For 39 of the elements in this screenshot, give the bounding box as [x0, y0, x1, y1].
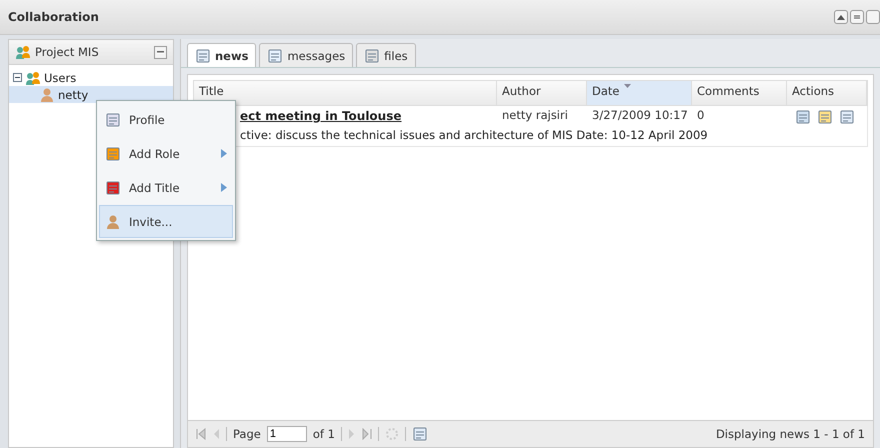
- table-cell-text: 3/27/2009 10:17: [591, 107, 689, 124]
- previous-page-icon[interactable]: [212, 428, 220, 440]
- page-field[interactable]: 1: [266, 426, 307, 442]
- refresh-icon[interactable]: [384, 427, 399, 441]
- minus-icon: [157, 51, 164, 53]
- minus-icon[interactable]: [13, 73, 22, 82]
- menu-item[interactable]: Add Title: [99, 171, 233, 204]
- up-arrow-icon: [837, 14, 845, 20]
- person-icon: [105, 214, 121, 230]
- page-count: of 1: [312, 427, 335, 441]
- column-header[interactable]: Date: [587, 81, 692, 105]
- news-body: ctive: discuss the technical issues and architecture of MIS Date: 10-12 April 2009: [240, 128, 709, 144]
- collapse-button[interactable]: [154, 46, 167, 58]
- sort-arrow-icon: [624, 84, 630, 88]
- submenu-arrow-icon: [221, 149, 227, 158]
- column-header[interactable]: Actions: [787, 81, 867, 105]
- table-cell-text: 0: [696, 107, 706, 124]
- next-page-icon[interactable]: [348, 428, 356, 440]
- tree-node[interactable]: netty: [9, 86, 173, 103]
- menu-item[interactable]: Invite...: [99, 205, 233, 238]
- document-icon: [195, 48, 211, 64]
- tab[interactable]: messages: [259, 43, 354, 67]
- refresh-button[interactable]: [850, 10, 864, 24]
- table-cell-text: netty rajsiri: [501, 107, 569, 124]
- page-label: Page: [233, 427, 261, 441]
- column-header[interactable]: Comments: [692, 81, 787, 105]
- window-title: Collaboration: [8, 10, 99, 24]
- first-page-icon[interactable]: [196, 428, 206, 440]
- tree-node[interactable]: Users: [9, 69, 173, 86]
- paging-status: Displaying news 1 - 1 of 1: [716, 427, 865, 441]
- tab[interactable]: news: [187, 43, 256, 67]
- group-icon: [25, 70, 41, 86]
- submenu-arrow-icon: [221, 183, 227, 192]
- collapse-button[interactable]: [834, 10, 848, 24]
- panel-title: Project MIS: [35, 45, 99, 59]
- tab[interactable]: files: [356, 43, 416, 67]
- last-page-icon[interactable]: [362, 428, 372, 440]
- person-icon: [39, 86, 55, 102]
- group-icon: [15, 44, 31, 60]
